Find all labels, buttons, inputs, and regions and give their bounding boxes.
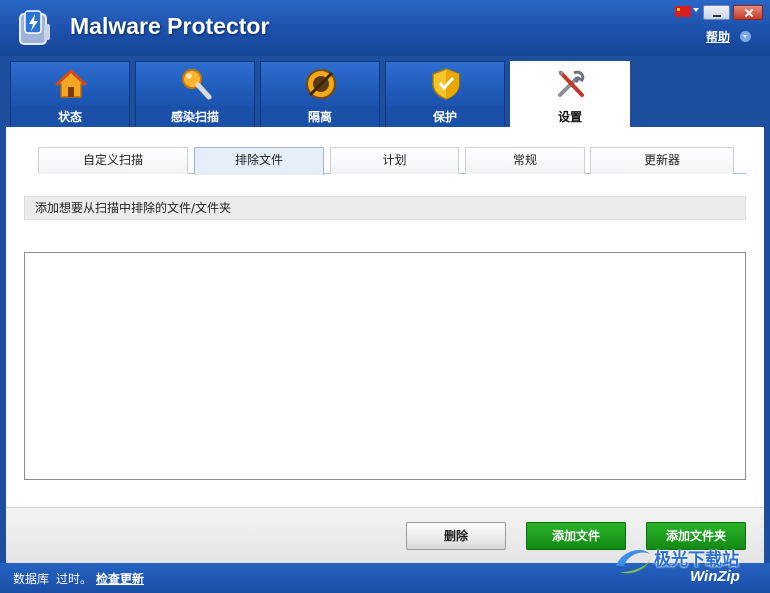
tab-quarantine[interactable]: 隔离: [260, 61, 380, 127]
chevron-down-icon[interactable]: [693, 8, 699, 12]
exclusion-list-box[interactable]: [24, 252, 746, 480]
tools-icon: [558, 70, 585, 97]
tab-protection-label: 保护: [432, 110, 457, 124]
tab-status-label: 状态: [57, 110, 82, 124]
tab-infection-scan[interactable]: 感染扫描: [135, 61, 255, 127]
home-icon: [54, 68, 88, 98]
shield-app-icon: [19, 10, 50, 45]
settings-sub-tabs: 自定义扫描 排除文件 计划 常规 更新器: [38, 147, 746, 175]
watermark-site-text: 极光下载站: [654, 550, 739, 570]
tab-schedule[interactable]: 计划: [330, 147, 459, 174]
tab-protection[interactable]: 保护: [385, 61, 505, 127]
app-window: Malware Protector 帮助 状态 感染扫描 隔离 保护 设置 自定…: [0, 0, 770, 593]
close-button[interactable]: [733, 5, 763, 20]
swirl-logo-icon: [616, 550, 650, 574]
magnifier-icon: [182, 69, 212, 100]
add-file-button[interactable]: 添加文件: [526, 522, 626, 550]
tab-settings[interactable]: 设置: [510, 61, 630, 128]
database-label: 数据库: [13, 572, 50, 586]
tab-infection-scan-label: 感染扫描: [170, 110, 219, 124]
help-link[interactable]: 帮助: [706, 28, 730, 45]
settings-panel: 自定义扫描 排除文件 计划 常规 更新器 添加想要从扫描中排除的文件/文件夹: [6, 127, 764, 507]
exclusions-info-text: 添加想要从扫描中排除的文件/文件夹: [24, 196, 746, 220]
language-flag-icon[interactable]: [675, 6, 691, 17]
tab-custom-scan[interactable]: 自定义扫描: [38, 147, 188, 174]
title-bar: Malware Protector 帮助: [0, 0, 770, 56]
watermark: 极光下载站 WinZip: [612, 540, 770, 590]
tab-settings-label: 设置: [557, 110, 582, 124]
watermark-brand-text: WinZip: [690, 568, 740, 585]
tab-quarantine-label: 隔离: [307, 110, 332, 124]
database-status: 过时。: [56, 572, 93, 586]
tab-status[interactable]: 状态: [10, 61, 130, 127]
check-update-link[interactable]: 检查更新: [96, 570, 144, 587]
tab-exclusions[interactable]: 排除文件: [194, 147, 324, 175]
tab-general[interactable]: 常规: [465, 147, 585, 174]
shield-icon: [432, 68, 460, 100]
help-chevron-icon[interactable]: [740, 31, 751, 42]
app-title: Malware Protector: [70, 13, 270, 39]
main-nav-tabs: 状态 感染扫描 隔离 保护 设置: [10, 61, 760, 128]
minimize-button[interactable]: [703, 5, 730, 20]
delete-button[interactable]: 删除: [406, 522, 506, 550]
quarantine-icon: [306, 69, 336, 99]
tab-updater[interactable]: 更新器: [590, 147, 734, 174]
